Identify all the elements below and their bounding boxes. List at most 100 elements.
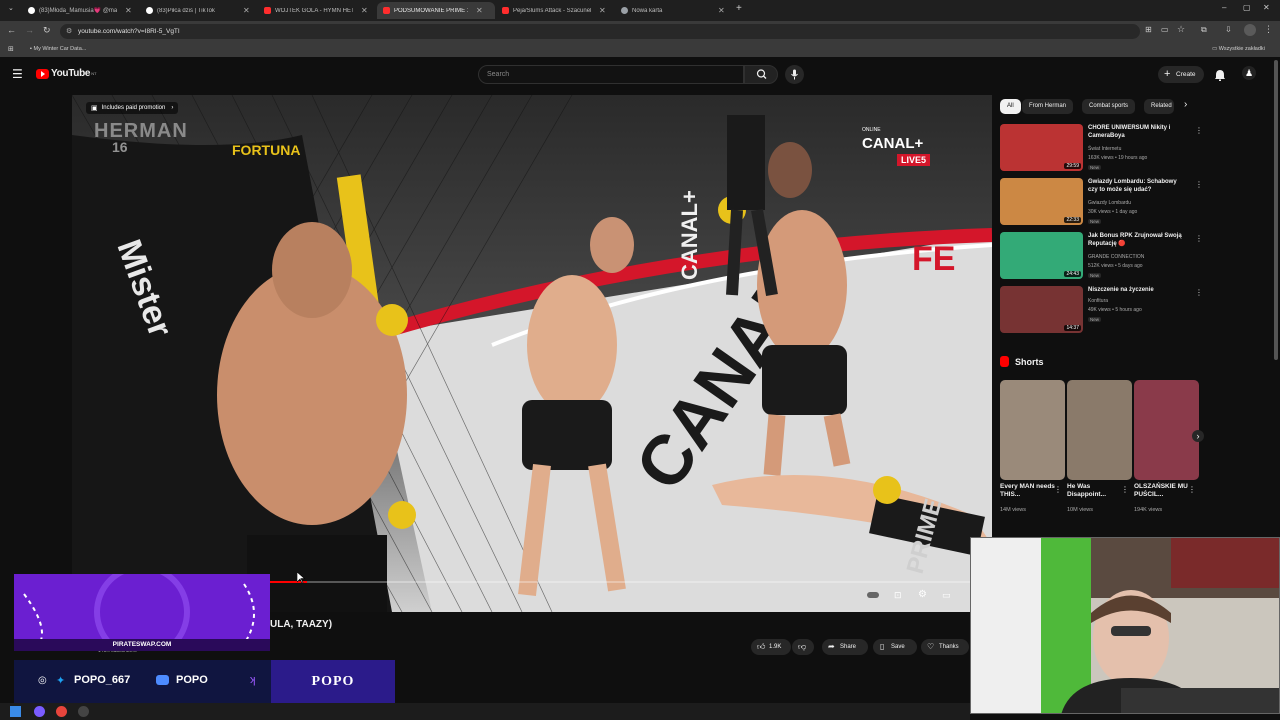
voice-search-button[interactable]: [785, 65, 804, 84]
bookmark-item[interactable]: ▪ My Winter Car Data...: [30, 46, 86, 52]
short-thumbnail[interactable]: [1134, 380, 1199, 480]
video-title[interactable]: CHORE UNIWERSUM Nikity i CameraBoya: [1088, 124, 1188, 140]
like-button[interactable]: 👍︎ 1.9K: [751, 639, 791, 655]
account-avatar[interactable]: ♟: [1242, 66, 1256, 80]
recommendation-item[interactable]: 29:59 CHORE UNIWERSUM Nikity i CameraBoy…: [1000, 124, 1203, 172]
site-info-icon[interactable]: ⚙: [66, 24, 72, 39]
hamburger-menu-icon[interactable]: ☰: [12, 67, 23, 81]
more-options-icon[interactable]: ⋮: [1195, 180, 1203, 189]
short-thumbnail[interactable]: [1067, 380, 1132, 480]
video-player[interactable]: Mister FORTUNA CANAL+ PRIME FE CANAL+ ▣ …: [72, 95, 992, 612]
chip-related[interactable]: Related: [1144, 99, 1174, 114]
youtube-logo[interactable]: YouTube NT: [36, 68, 97, 79]
video-title[interactable]: Niszczenie na życzenie: [1088, 286, 1188, 294]
minimize-icon[interactable]: –: [1222, 3, 1226, 12]
maximize-icon[interactable]: ▢: [1243, 3, 1251, 12]
close-icon[interactable]: ✕: [599, 6, 606, 15]
chip-all[interactable]: All: [1000, 99, 1021, 114]
page-scrollbar[interactable]: [1274, 60, 1278, 360]
tiktok-icon: [28, 7, 35, 14]
app-icon[interactable]: [78, 706, 89, 717]
recommendation-item[interactable]: 14:37 Niszczenie na życzenie Konfitura 4…: [1000, 286, 1203, 334]
cast-icon[interactable]: ▭: [1161, 25, 1169, 34]
tab-label: (83)Piłca dziś | TikTok: [157, 7, 215, 14]
short-title[interactable]: OLSZAŃSKIE MU PUŚCIL...: [1134, 483, 1192, 499]
broadcaster-channel-tag: LIVE5: [897, 154, 931, 166]
search-icon: [756, 69, 767, 79]
profile-avatar[interactable]: [1244, 24, 1256, 36]
more-options-icon[interactable]: ⋮: [1195, 126, 1203, 135]
search-input[interactable]: Search: [478, 65, 744, 84]
translate-icon[interactable]: ⊞: [1145, 25, 1152, 34]
short-title[interactable]: He Was Disappoint...: [1067, 483, 1125, 499]
thanks-button[interactable]: ♡ Thanks: [921, 639, 969, 655]
all-bookmarks[interactable]: ▭ Wszystkie zakładki: [1212, 46, 1265, 52]
chevron-right-icon[interactable]: ›: [1184, 99, 1187, 110]
shorts-next-arrow-icon[interactable]: ›: [1192, 430, 1204, 442]
more-options-icon[interactable]: ⋮: [1054, 485, 1062, 494]
extensions-icon[interactable]: ⧉: [1201, 25, 1207, 35]
close-icon[interactable]: ✕: [361, 6, 368, 15]
video-thumbnail[interactable]: 24:43: [1000, 232, 1083, 279]
notifications-bell-icon[interactable]: [1213, 68, 1227, 82]
short-thumbnail[interactable]: [1000, 380, 1065, 480]
more-options-icon[interactable]: ⋮: [1195, 288, 1203, 297]
address-bar[interactable]: ⚙ youtube.com/watch?v=I8RI-5_VgTI: [60, 24, 1140, 39]
browser-tab[interactable]: WOJTEK GOLA - HYMN HETER ✕: [258, 2, 376, 19]
paid-promotion-notice[interactable]: ▣ Includes paid promotion ›: [86, 102, 179, 114]
apps-grid-icon[interactable]: ⊞: [8, 45, 14, 53]
browser-tab[interactable]: Peja/Slums Attack - Szacunek ✕: [496, 2, 614, 19]
recommendation-item[interactable]: 22:33 Gwiazdy Lombardu: Schabowy czy to …: [1000, 178, 1203, 226]
close-icon[interactable]: ✕: [243, 6, 250, 15]
forward-arrow-icon[interactable]: →: [25, 25, 34, 35]
back-arrow-icon[interactable]: ←: [7, 25, 16, 35]
browser-tab-strip: (83)Młoda_Mamusia💗 @mam ✕ (83)Piłca dziś …: [0, 0, 1280, 21]
chip-label: Combat sports: [1089, 103, 1129, 109]
channel-name[interactable]: GRANDE CONNECTION: [1088, 254, 1144, 260]
video-title[interactable]: Jak Bonus RPK Zrujnował Swoją Reputację …: [1088, 232, 1188, 248]
browser-tab[interactable]: Nowa karta ✕: [615, 2, 733, 19]
more-options-icon[interactable]: ⋮: [1195, 234, 1203, 243]
menu-kebab-icon[interactable]: ⋮: [1264, 24, 1273, 35]
downloads-icon[interactable]: ⇩: [1225, 25, 1232, 34]
save-button[interactable]: ▯ Save: [873, 639, 917, 655]
bookmarks-bar: ⊞ ▪ My Winter Car Data... ▭ Wszystkie za…: [0, 42, 1280, 57]
tab-label: Peja/Slums Attack - Szacunek: [513, 7, 591, 14]
browser-tab[interactable]: (83)Piłca dziś | TikTok ✕: [140, 2, 258, 19]
video-thumbnail[interactable]: 29:59: [1000, 124, 1083, 171]
channel-name[interactable]: Gwiazdy Lombardu: [1088, 200, 1131, 206]
close-icon[interactable]: ✕: [718, 6, 725, 15]
video-title[interactable]: Gwiazdy Lombardu: Schabowy czy to może s…: [1088, 178, 1188, 194]
recommendation-item[interactable]: 24:43 Jak Bonus RPK Zrujnował Swoją Repu…: [1000, 232, 1203, 280]
channel-name[interactable]: Świat Internetu: [1088, 146, 1121, 152]
new-tab-button[interactable]: +: [736, 3, 742, 14]
more-options-icon[interactable]: ⋮: [1121, 485, 1129, 494]
autoplay-toggle[interactable]: [867, 592, 879, 598]
bookmark-label: My Winter Car Data...: [33, 46, 87, 52]
close-icon[interactable]: ✕: [476, 6, 483, 15]
tab-search-icon[interactable]: ⌄: [8, 4, 14, 12]
settings-gear-icon[interactable]: ⚙: [918, 589, 927, 600]
windows-start-icon[interactable]: [10, 706, 21, 717]
chrome-icon[interactable]: [56, 706, 67, 717]
more-options-icon[interactable]: ⋮: [1188, 485, 1196, 494]
reload-icon[interactable]: ↻: [43, 25, 51, 36]
close-window-icon[interactable]: ✕: [1263, 3, 1270, 12]
app-icon[interactable]: [34, 706, 45, 717]
miniplayer-icon[interactable]: ▭: [942, 590, 951, 601]
search-button[interactable]: [744, 65, 778, 84]
browser-tab-active[interactable]: PODSUMOWANIE PRIME 1 ✕: [377, 2, 495, 19]
short-title[interactable]: Every MAN needs THIS...: [1000, 483, 1058, 499]
video-thumbnail[interactable]: 14:37: [1000, 286, 1083, 333]
subtitles-icon[interactable]: ⊡: [894, 590, 902, 601]
channel-name[interactable]: Konfitura: [1088, 298, 1108, 304]
video-thumbnail[interactable]: 22:33: [1000, 178, 1083, 225]
create-button[interactable]: + Create: [1158, 66, 1204, 83]
close-icon[interactable]: ✕: [125, 6, 132, 15]
bookmark-star-icon[interactable]: ☆: [1177, 24, 1185, 35]
chip-from-herman[interactable]: From Herman: [1022, 99, 1074, 114]
chip-combat-sports[interactable]: Combat sports: [1082, 99, 1136, 114]
browser-tab[interactable]: (83)Młoda_Mamusia💗 @mam ✕: [22, 2, 140, 19]
share-button[interactable]: ➦ Share: [822, 639, 868, 655]
dislike-button[interactable]: 👎︎: [792, 639, 814, 655]
